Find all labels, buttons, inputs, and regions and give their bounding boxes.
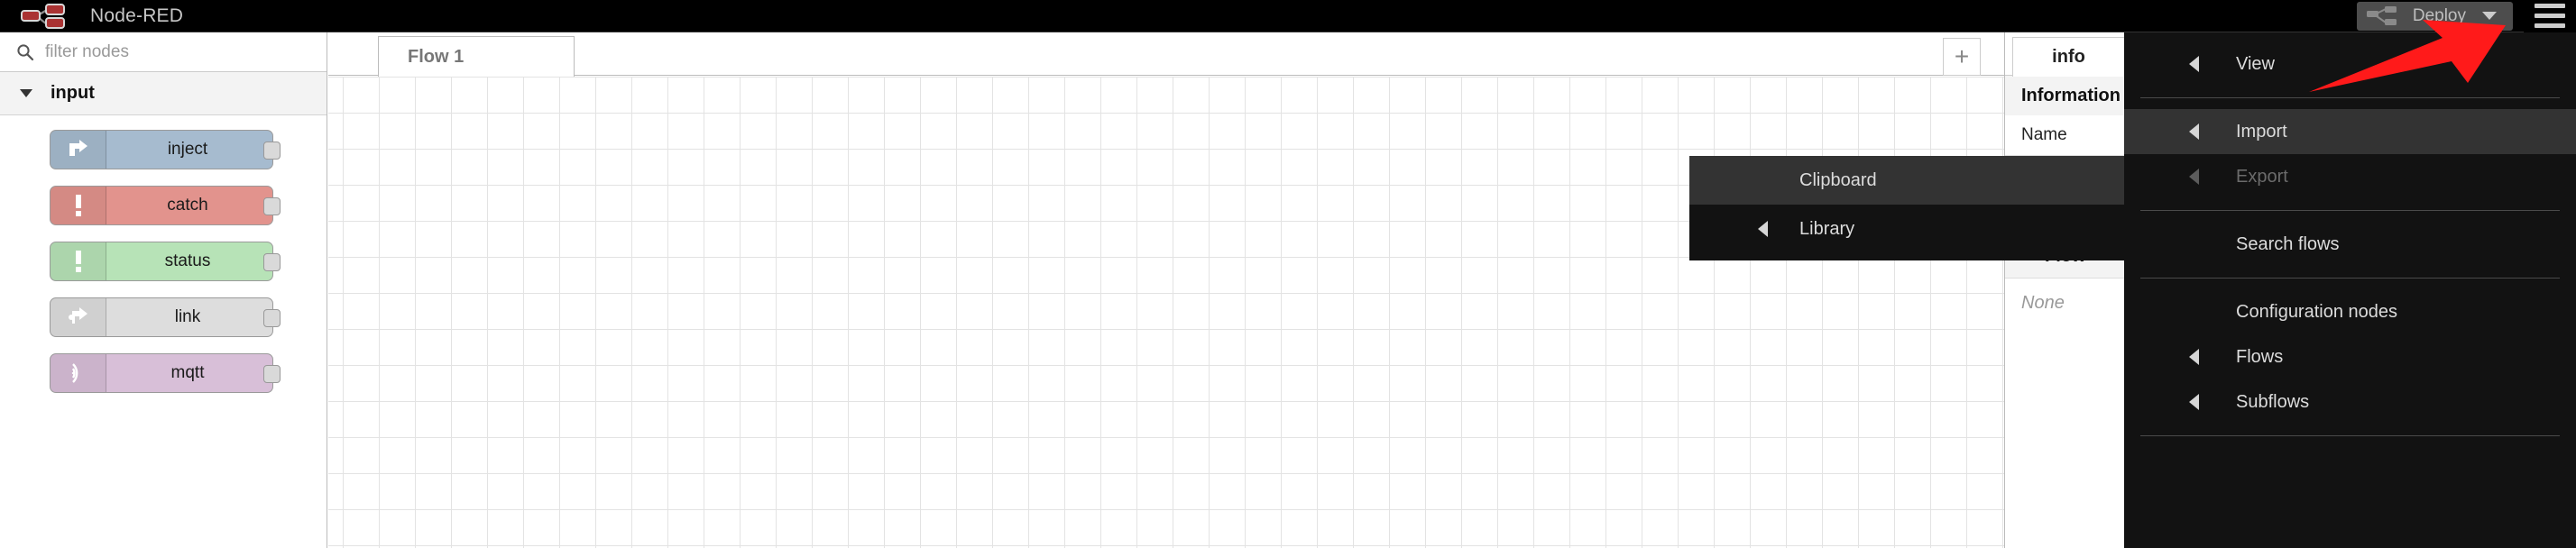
header-actions: Deploy <box>2356 0 2576 32</box>
deploy-button[interactable]: Deploy <box>2356 1 2513 31</box>
menu-separator <box>2140 97 2560 98</box>
menu-item-subflows[interactable]: Subflows <box>2124 379 2576 425</box>
menu-item-label: Flows <box>2236 346 2284 367</box>
arrow-left-icon <box>2189 394 2199 410</box>
plus-icon: + <box>1954 42 1970 70</box>
import-submenu: Clipboard Library <box>1689 156 2124 260</box>
menu-item-label: Library <box>1799 218 1855 239</box>
flow-tabbar: Flow 1 + <box>328 32 2004 77</box>
menu-item-label: Subflows <box>2236 391 2310 412</box>
palette-node-mqtt[interactable]: mqtt <box>0 353 327 393</box>
menu-item-library[interactable]: Library <box>1689 205 2124 253</box>
palette-category-input[interactable]: input <box>0 72 327 115</box>
menu-separator <box>2140 435 2560 436</box>
menu-separator <box>2140 278 2560 279</box>
palette-node-list: inject catch status link mqtt <box>0 115 327 393</box>
menu-item-label: Search flows <box>2236 233 2340 254</box>
menu-item-view[interactable]: View <box>2124 41 2576 87</box>
node-output-port <box>263 142 281 160</box>
flow-tab-flow-1[interactable]: Flow 1 <box>378 36 575 77</box>
menu-item-export: Export <box>2124 154 2576 199</box>
hamburger-menu-icon[interactable] <box>2524 0 2576 32</box>
menu-item-import[interactable]: Import <box>2124 109 2576 154</box>
flow-canvas[interactable] <box>328 77 2004 548</box>
arrow-left-icon <box>1758 221 1768 237</box>
palette-node-inject[interactable]: inject <box>0 130 327 169</box>
node-output-port <box>263 197 281 215</box>
menu-item-configuration-nodes[interactable]: Configuration nodes <box>2124 289 2576 334</box>
arrow-left-icon <box>2189 56 2199 72</box>
deploy-nodes-icon <box>2366 5 2413 27</box>
deploy-label: Deploy <box>2412 5 2466 25</box>
palette-node-label: mqtt <box>170 363 205 382</box>
arrow-left-icon <box>2189 123 2199 140</box>
flow-workspace: Flow 1 + <box>328 32 2004 548</box>
menu-item-label: Export <box>2236 166 2288 187</box>
node-red-logo-icon <box>20 3 76 30</box>
chevron-down-icon[interactable] <box>2482 12 2497 20</box>
app-title: Node-RED <box>90 5 184 26</box>
exclamation-icon <box>51 187 106 224</box>
palette-node-label: catch <box>167 196 208 215</box>
chevron-down-icon <box>20 89 32 97</box>
menu-item-flows[interactable]: Flows <box>2124 334 2576 379</box>
menu-item-label: Clipboard <box>1799 169 1877 190</box>
menu-item-label: Configuration nodes <box>2236 301 2398 322</box>
search-input[interactable]: filter nodes <box>45 42 129 62</box>
menu-item-label: View <box>2236 53 2275 74</box>
node-output-port <box>263 253 281 271</box>
main-dropdown-menu: View Import Export Search flows Configur… <box>2124 32 2576 548</box>
menu-item-clipboard[interactable]: Clipboard <box>1689 156 2124 205</box>
node-output-port <box>263 309 281 327</box>
palette-node-label: link <box>174 307 201 326</box>
node-palette: filter nodes input inject catch status l… <box>0 32 327 548</box>
node-red-editor: Node-RED Deploy filter nodes input injec… <box>0 0 2576 548</box>
palette-node-label: status <box>164 251 211 270</box>
inject-arrow-icon <box>51 131 106 169</box>
arrow-left-icon <box>2189 169 2199 185</box>
arrow-left-icon <box>2189 349 2199 365</box>
node-output-port <box>263 365 281 383</box>
menu-separator <box>2140 210 2560 211</box>
brand: Node-RED <box>0 0 183 32</box>
palette-category-label: input <box>51 83 95 103</box>
palette-node-link[interactable]: link <box>0 297 327 337</box>
add-flow-button[interactable]: + <box>1943 38 1981 76</box>
menu-spacer <box>2124 32 2576 41</box>
palette-search-row[interactable]: filter nodes <box>0 32 327 72</box>
wifi-waves-icon <box>51 354 106 392</box>
palette-node-catch[interactable]: catch <box>0 186 327 225</box>
app-header: Node-RED Deploy <box>0 0 2576 32</box>
exclamation-icon <box>51 242 106 280</box>
search-icon <box>16 43 45 61</box>
palette-node-label: inject <box>167 140 208 159</box>
palette-node-status[interactable]: status <box>0 242 327 281</box>
menu-item-label: Import <box>2236 121 2287 142</box>
link-arrow-icon <box>51 298 106 336</box>
sidebar-tab-info[interactable]: info <box>2012 37 2125 77</box>
menu-item-search-flows[interactable]: Search flows <box>2124 222 2576 267</box>
